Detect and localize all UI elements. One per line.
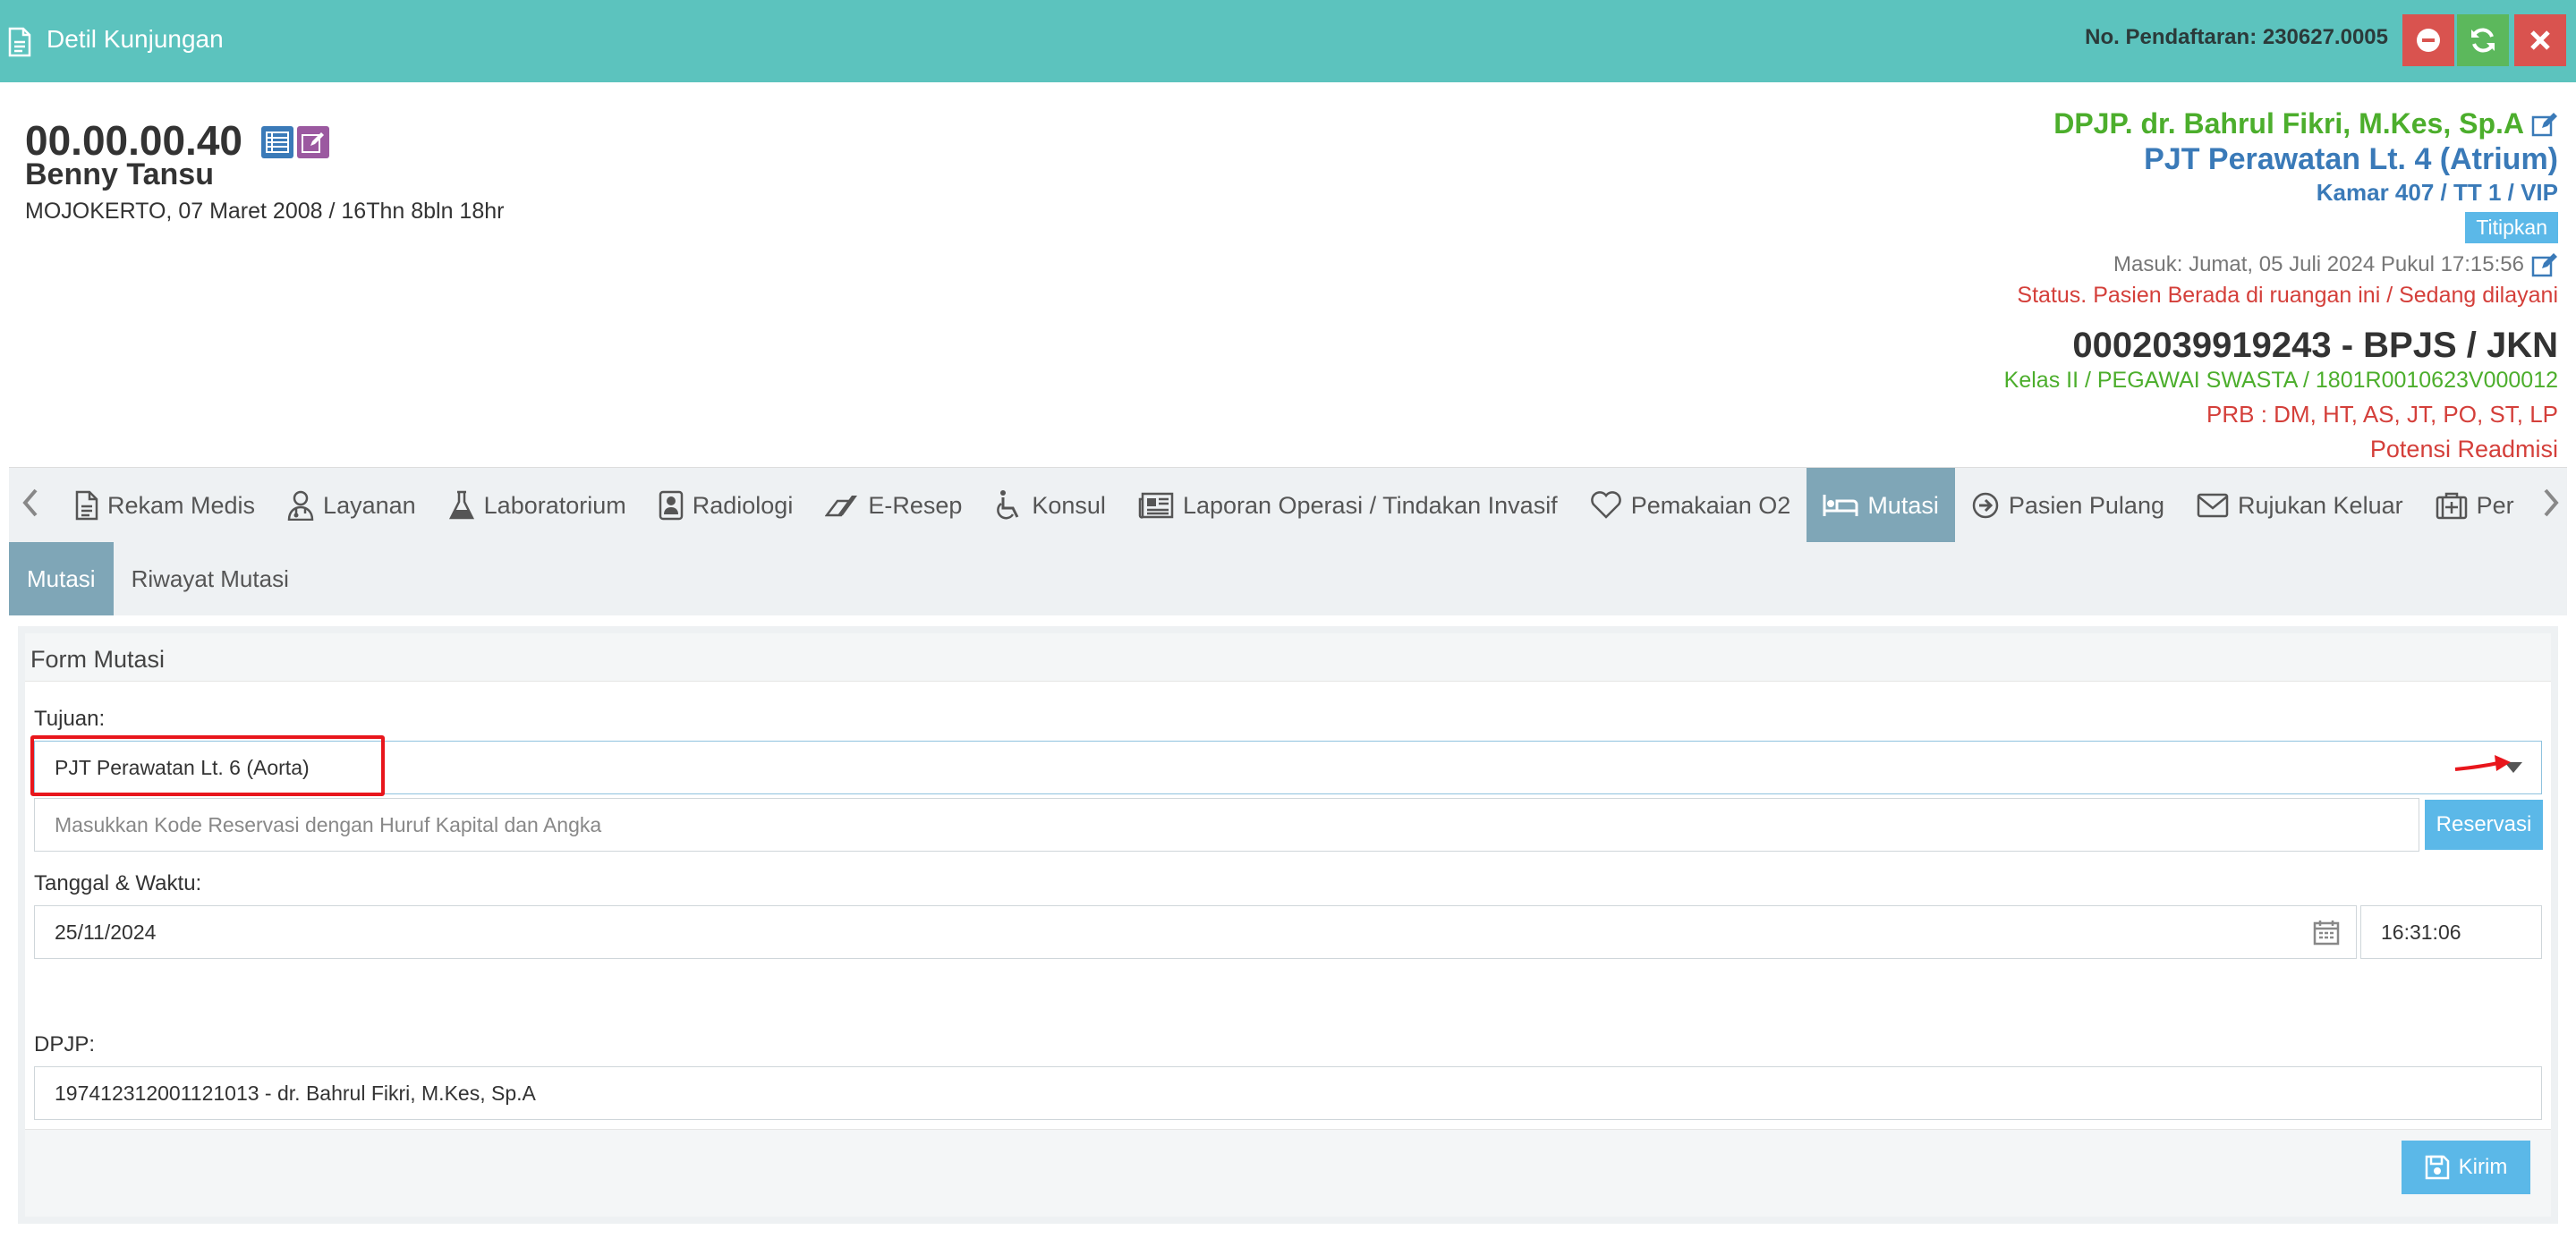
calendar-icon[interactable] [2313,919,2340,946]
tab-label: Radiologi [692,491,794,519]
refresh-button[interactable] [2457,14,2509,66]
reservasi-button[interactable]: Reservasi [2425,800,2543,850]
close-icon [2530,30,2550,50]
tab-pasien-pulang[interactable]: Pasien Pulang [1955,468,2181,543]
edit-icon [302,132,324,153]
page-title: Detil Kunjungan [47,25,224,53]
tanggal-label: Tanggal & Waktu: [34,871,202,895]
tab-laporan-operasi[interactable]: Laporan Operasi / Tindakan Invasif [1122,468,1574,543]
tab-mutasi[interactable]: Mutasi [1807,468,1955,543]
tab-label: E-Resep [868,491,963,519]
tab-label: Pasien Pulang [2008,491,2164,519]
tabs-prev-button[interactable] [21,488,39,526]
newspaper-icon [1138,492,1174,519]
annotation-arrow-icon [2454,755,2511,771]
panel-header: Form Mutasi [25,633,2551,682]
reservasi-input[interactable]: Masukkan Kode Reservasi dengan Huruf Kap… [34,798,2419,852]
tujuan-select[interactable]: PJT Perawatan Lt. 6 (Aorta) [34,741,2542,794]
chevron-right-icon [2544,488,2559,517]
tab-label: Rekam Medis [107,491,256,519]
tanggal-input[interactable]: 25/11/2024 [34,905,2357,959]
tab-rujukan-keluar[interactable]: Rujukan Keluar [2181,468,2419,543]
xray-icon [659,490,683,521]
patient-name: Benny Tansu [25,157,214,191]
main-tabs: Rekam Medis Layanan Laboratorium Radiolo… [9,467,2567,543]
kirim-label: Kirim [2458,1155,2508,1179]
subtab-riwayat-mutasi[interactable]: Riwayat Mutasi [114,542,307,615]
reservasi-placeholder: Masukkan Kode Reservasi dengan Huruf Kap… [55,812,602,836]
tab-label: Layanan [323,491,416,519]
tab-konsul[interactable]: Konsul [978,468,1122,543]
tab-label: Laboratorium [483,491,626,519]
header-bar: Detil Kunjungan No. Pendaftaran: 230627.… [0,0,2576,82]
dpjp-select[interactable]: 197412312001121013 - dr. Bahrul Fikri, M… [34,1066,2542,1120]
minus-circle-icon [2417,29,2440,52]
tab-radiologi[interactable]: Radiologi [642,468,810,543]
kirim-button[interactable]: Kirim [2402,1141,2530,1194]
document-icon [7,27,32,57]
highlight-box [30,735,385,796]
tab-label: Rujukan Keluar [2237,491,2403,519]
patient-birth: MOJOKERTO, 07 Maret 2008 / 16Thn 8bln 18… [25,199,505,224]
tab-e-resep[interactable]: E-Resep [809,468,978,543]
sub-tabs: Mutasi Riwayat Mutasi [9,542,2567,615]
envelope-icon [2197,493,2229,518]
dpjp-label: DPJP: [34,1032,96,1056]
subtab-mutasi[interactable]: Mutasi [9,542,114,615]
save-icon [2425,1155,2449,1180]
dpjp-value: 197412312001121013 - dr. Bahrul Fikri, M… [55,1081,536,1105]
tab-label: Per [2476,491,2514,519]
tab-label: Pemakaian O2 [1630,491,1791,519]
readmission-warning: Potensi Readmisi [2369,436,2558,462]
list-icon [266,131,289,153]
panel-title: Form Mutasi [30,646,166,673]
arrow-circle-icon [1972,492,1999,519]
titipkan-badge[interactable]: Titipkan [2465,212,2558,243]
reservasi-button-label: Reservasi [2436,812,2532,836]
file-icon [75,490,98,521]
medkit-icon [2436,492,2467,520]
wheelchair-icon [997,490,1019,520]
tab-per[interactable]: Per [2419,468,2530,543]
tab-label: Laporan Operasi / Tindakan Invasif [1182,491,1558,519]
insurance-class: Kelas II / PEGAWAI SWASTA / 1801R0010623… [2003,368,2558,393]
close-button[interactable] [2514,14,2566,66]
doctor-icon [287,490,314,521]
bed-icon [1823,495,1858,516]
registration-number: No. Pendaftaran: 230627.0005 [2085,25,2388,49]
tab-laboratorium[interactable]: Laboratorium [432,468,642,543]
waktu-value: 16:31:06 [2381,920,2461,944]
dpjp-name: DPJP. dr. Bahrul Fikri, M.Kes, Sp.A [2053,107,2524,140]
heart-icon [1590,491,1621,519]
tab-pemakaian-o2[interactable]: Pemakaian O2 [1574,468,1807,543]
refresh-icon [2471,28,2495,53]
tanggal-value: 25/11/2024 [55,920,157,944]
tab-layanan[interactable]: Layanan [271,468,432,543]
bed-info: Kamar 407 / TT 1 / VIP [2316,179,2558,206]
list-button[interactable] [261,126,293,158]
edit-admission-icon[interactable] [2531,252,2558,277]
tabs-next-button[interactable] [2537,488,2560,526]
edit-patient-button[interactable] [297,126,329,158]
tab-label: Mutasi [1867,491,1939,519]
patient-status: Status. Pasien Berada di ruangan ini / S… [2017,283,2558,308]
edit-dpjp-icon[interactable] [2531,112,2558,137]
panel-footer: Kirim [25,1129,2551,1217]
minimize-button[interactable] [2402,14,2454,66]
tujuan-label: Tujuan: [34,707,106,731]
tab-label: Konsul [1032,491,1106,519]
insurance-number: 0002039919243 - BPJS / JKN [2072,326,2558,365]
room-name: PJT Perawatan Lt. 4 (Atrium) [2144,142,2558,176]
tab-rekam-medis[interactable]: Rekam Medis [59,468,271,543]
admission-time: Masuk: Jumat, 05 Juli 2024 Pukul 17:15:5… [2113,252,2524,276]
eraser-icon [825,496,858,517]
chevron-left-icon [22,488,38,517]
prb-info: PRB : DM, HT, AS, JT, PO, ST, LP [2206,401,2558,428]
flask-icon [448,490,474,520]
form-mutasi-panel: Form Mutasi Tujuan: PJT Perawatan Lt. 6 … [18,626,2558,1224]
waktu-input[interactable]: 16:31:06 [2360,905,2542,959]
